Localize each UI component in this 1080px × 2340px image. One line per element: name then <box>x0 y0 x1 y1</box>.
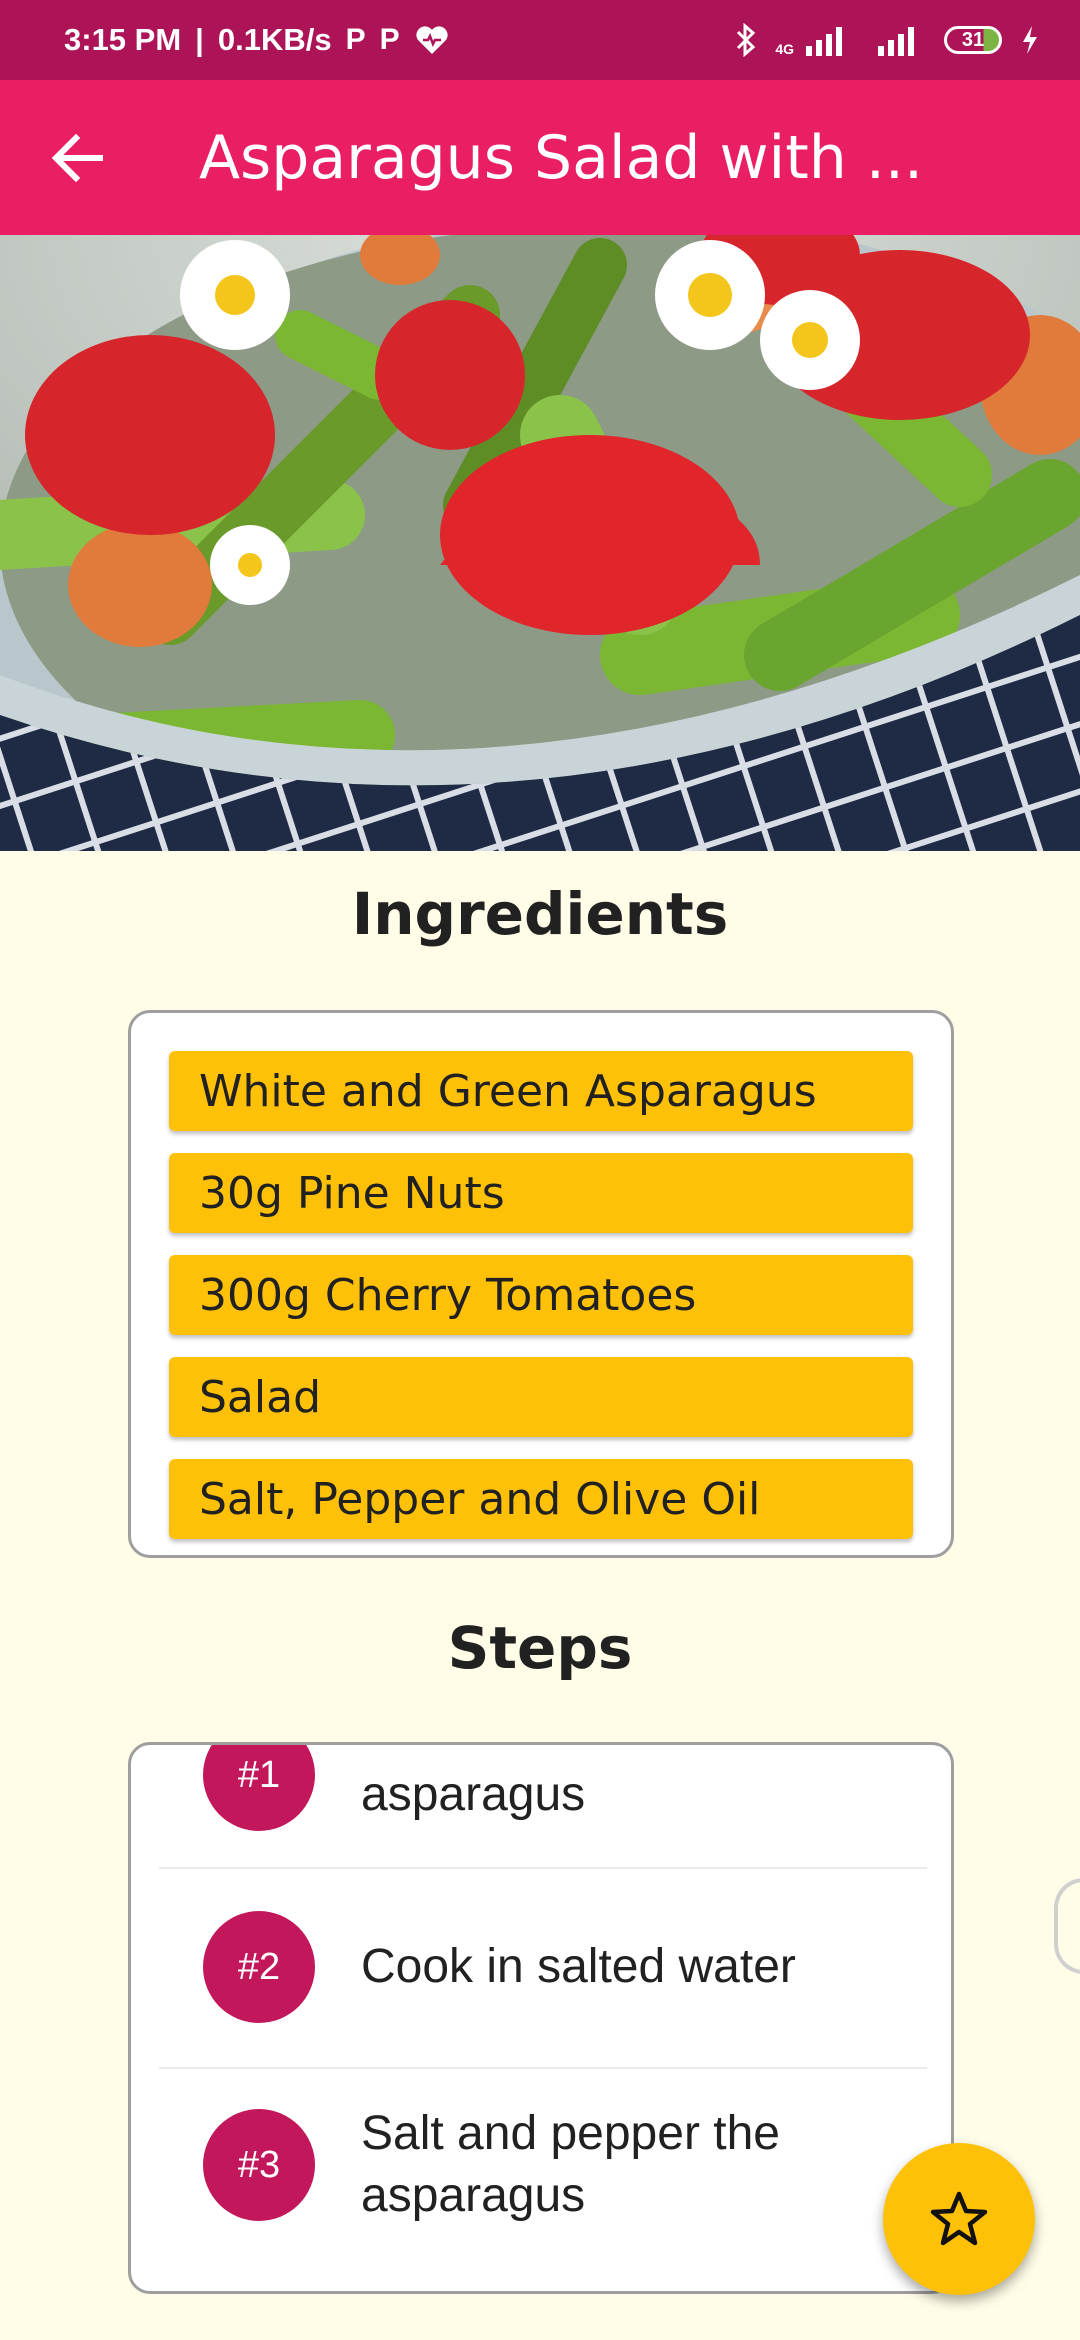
status-time: 3:15 PM <box>64 22 182 57</box>
ingredient-item: Salt, Pepper and Olive Oil <box>169 1459 913 1539</box>
status-left: 3:15 PM | 0.1KB/s P P <box>64 22 450 58</box>
bluetooth-icon <box>737 23 756 57</box>
ingredient-item: White and Green Asparagus <box>169 1051 913 1131</box>
star-outline-icon <box>930 2191 988 2246</box>
step-row: #1 asparagus <box>159 1745 927 1831</box>
step-row: #3 Salt and pepper the asparagus <box>159 2107 927 2222</box>
step-number-badge: #3 <box>203 2109 315 2221</box>
status-separator: | <box>195 22 204 57</box>
battery-icon: 31 <box>944 26 1002 54</box>
page-title: Asparagus Salad with ... <box>199 122 924 193</box>
ingredient-item: Salad <box>169 1357 913 1437</box>
parking-icon: P <box>345 23 366 56</box>
ingredient-item: 300g Cherry Tomatoes <box>169 1255 913 1335</box>
steps-card[interactable]: #1 asparagus #2 Cook in salted water #3 … <box>128 1742 954 2294</box>
status-bar: 3:15 PM | 0.1KB/s P P 4G 31 <box>0 0 1080 80</box>
step-text: Salt and pepper the asparagus <box>361 2107 780 2222</box>
edge-swipe-handle[interactable] <box>1054 1878 1080 1974</box>
ingredient-item: 30g Pine Nuts <box>169 1153 913 1233</box>
ingredients-card[interactable]: White and Green Asparagus 30g Pine Nuts … <box>128 1010 954 1558</box>
ingredients-heading: Ingredients <box>351 880 729 948</box>
step-number-badge: #2 <box>203 1911 315 2023</box>
signal-icon-2 <box>878 27 914 56</box>
parking-icon: P <box>379 23 400 56</box>
status-speed: 0.1KB/s <box>217 22 332 57</box>
step-text: Cook in salted water <box>361 1940 796 1993</box>
step-row: #2 Cook in salted water <box>159 1911 927 2023</box>
divider <box>159 2067 927 2069</box>
status-right: 4G 31 <box>735 23 1040 57</box>
favorite-fab[interactable] <box>883 2143 1035 2295</box>
app-bar: Asparagus Salad with ... <box>0 80 1080 235</box>
network-type-label: 4G <box>775 41 794 57</box>
arrow-back-icon <box>51 133 103 182</box>
signal-icon <box>806 27 842 56</box>
recipe-image <box>0 235 1080 851</box>
step-number-badge: #1 <box>203 1745 315 1831</box>
divider <box>159 1867 927 1869</box>
charging-icon <box>1023 26 1037 54</box>
step-text: asparagus <box>361 1768 586 1821</box>
steps-heading: Steps <box>447 1614 633 1682</box>
heart-icon <box>416 26 448 54</box>
back-button[interactable] <box>0 80 155 235</box>
